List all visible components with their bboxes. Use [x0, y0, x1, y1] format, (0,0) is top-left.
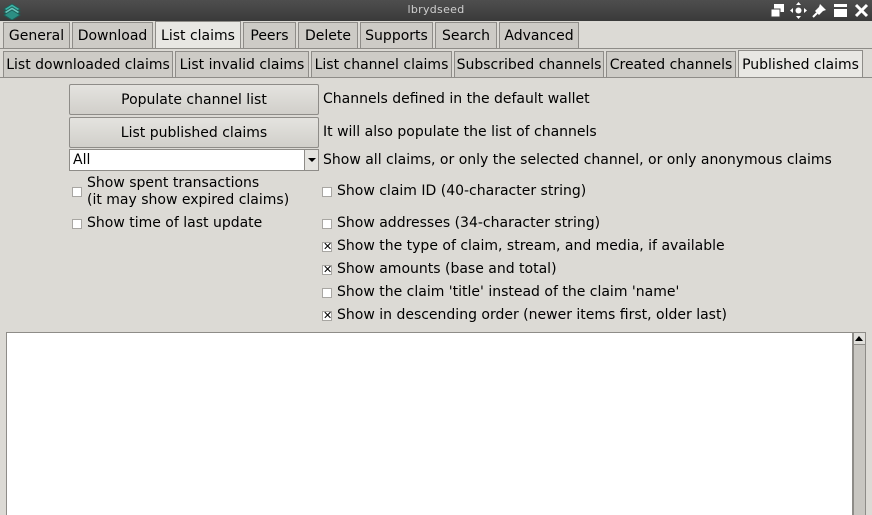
channel-filter-value: All: [73, 152, 91, 168]
channel-filter-select[interactable]: All: [69, 149, 319, 171]
tab-subscribed-channels[interactable]: Subscribed channels: [454, 51, 604, 77]
show-amounts-checkbox[interactable]: ✕: [322, 264, 332, 275]
tab-list-downloaded-claims[interactable]: List downloaded claims: [3, 51, 173, 77]
show-time-label: Show time of last update: [87, 215, 263, 231]
descending-order-label: Show in descending order (newer items fi…: [337, 307, 727, 323]
main-tab-divider: [0, 48, 872, 49]
move-icon[interactable]: [790, 2, 807, 19]
scroll-up-icon[interactable]: [854, 333, 865, 345]
show-addresses-label: Show addresses (34-character string): [337, 215, 601, 231]
show-spent-sublabel: (it may show expired claims): [87, 192, 290, 208]
chevron-down-icon[interactable]: [304, 150, 318, 170]
filter-description: Show all claims, or only the selected ch…: [323, 152, 832, 168]
list-published-claims-button[interactable]: List published claims: [69, 117, 319, 148]
window-title: lbrydseed: [407, 3, 465, 16]
tab-list-claims[interactable]: List claims: [155, 21, 241, 49]
pin-icon[interactable]: [811, 2, 828, 19]
descending-order-checkbox[interactable]: ✕: [322, 310, 332, 321]
tab-created-channels[interactable]: Created channels: [606, 51, 736, 77]
show-type-checkbox[interactable]: ✕: [322, 241, 332, 252]
show-spent-label: Show spent transactions: [87, 175, 260, 191]
tab-list-channel-claims[interactable]: List channel claims: [311, 51, 452, 77]
output-scrollbar[interactable]: [853, 332, 866, 515]
show-spent-checkbox[interactable]: [72, 187, 82, 197]
main-tab-bar: General Download List claims Peers Delet…: [0, 21, 872, 49]
tab-advanced[interactable]: Advanced: [499, 22, 579, 48]
close-icon[interactable]: [853, 2, 870, 19]
tab-delete[interactable]: Delete: [298, 22, 358, 48]
tab-supports[interactable]: Supports: [360, 22, 433, 48]
sub-tab-bar: List downloaded claims List invalid clai…: [0, 50, 872, 78]
show-amounts-label: Show amounts (base and total): [337, 261, 557, 277]
show-addresses-checkbox[interactable]: [322, 219, 332, 229]
shade-icon[interactable]: [832, 2, 849, 19]
title-bar: lbrydseed: [0, 0, 872, 21]
show-claim-id-checkbox[interactable]: [322, 187, 332, 197]
show-claim-id-label: Show claim ID (40-character string): [337, 183, 587, 199]
sub-tab-divider: [0, 77, 872, 78]
populate-description: Channels defined in the default wallet: [323, 91, 590, 107]
tab-search[interactable]: Search: [435, 22, 497, 48]
list-description: It will also populate the list of channe…: [323, 124, 597, 140]
restore-icon[interactable]: [769, 2, 786, 19]
tab-general[interactable]: General: [3, 22, 70, 48]
show-title-label: Show the claim 'title' instead of the cl…: [337, 284, 680, 300]
output-text-area[interactable]: [6, 332, 853, 515]
tab-published-claims[interactable]: Published claims: [738, 50, 863, 78]
tab-peers[interactable]: Peers: [243, 22, 296, 48]
show-title-checkbox[interactable]: [322, 288, 332, 298]
show-time-checkbox[interactable]: [72, 219, 82, 229]
tab-download[interactable]: Download: [72, 22, 153, 48]
populate-channel-list-button[interactable]: Populate channel list: [69, 84, 319, 115]
show-type-label: Show the type of claim, stream, and medi…: [337, 238, 725, 254]
tab-list-invalid-claims[interactable]: List invalid claims: [175, 51, 309, 77]
